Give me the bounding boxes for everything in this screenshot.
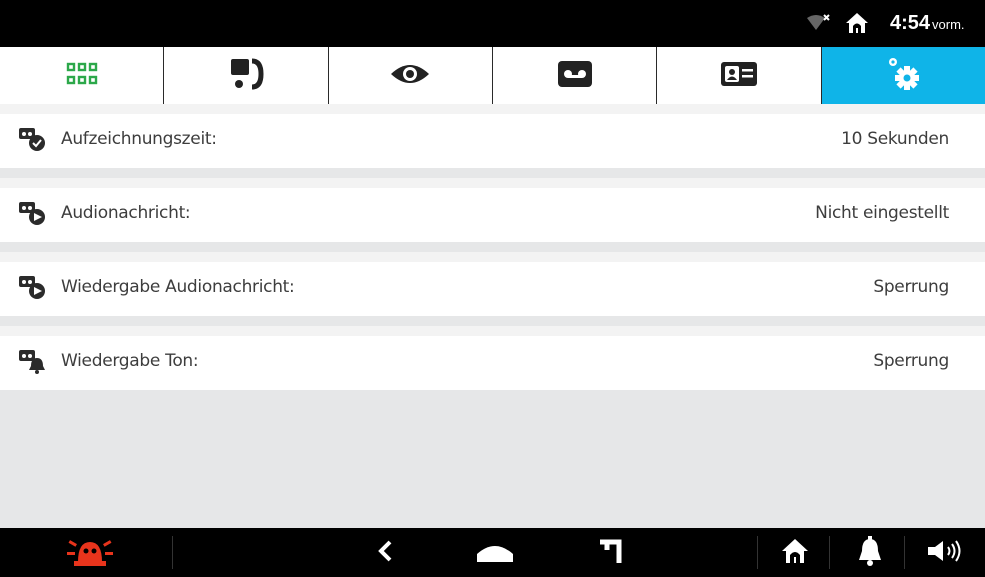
home-shape-icon xyxy=(475,538,515,568)
chevron-left-icon xyxy=(375,539,395,567)
setting-play-audio-message[interactable]: Wiedergabe Audionachricht: Sperrung xyxy=(0,262,985,316)
status-bar: 4:54 vorm. xyxy=(0,0,985,47)
recent-apps-icon xyxy=(595,536,625,570)
bottom-nav-bar xyxy=(0,528,985,577)
voicemail-icon xyxy=(557,60,593,92)
apps-grid-icon xyxy=(66,62,98,90)
contact-card-icon xyxy=(720,61,758,91)
setting-label: Aufzeichnungszeit: xyxy=(61,129,217,149)
eye-icon xyxy=(389,62,431,90)
home-status-icon xyxy=(845,12,869,38)
settings-list: Aufzeichnungszeit: 10 Sekunden Audionach… xyxy=(0,104,985,390)
intercom-icon xyxy=(227,57,265,95)
tab-bar xyxy=(0,47,985,105)
setting-value: 10 Sekunden xyxy=(841,129,949,149)
tab-settings[interactable] xyxy=(821,47,985,104)
bell-icon xyxy=(858,535,882,571)
record-time-icon xyxy=(17,127,47,153)
speaker-volume-icon xyxy=(926,538,966,568)
settings-gear-icon xyxy=(883,54,923,98)
audio-message-icon xyxy=(17,201,47,227)
volume-button[interactable] xyxy=(918,528,973,577)
play-tone-icon xyxy=(17,349,47,375)
setting-value: Sperrung xyxy=(873,277,949,297)
recent-apps-button[interactable] xyxy=(585,528,635,577)
setting-audio-message[interactable]: Audionachricht: Nicht eingestellt xyxy=(0,188,985,242)
house-icon xyxy=(780,537,810,569)
setting-label: Audionachricht: xyxy=(61,203,191,223)
home-automation-button[interactable] xyxy=(770,528,820,577)
wifi-disconnected-icon xyxy=(806,14,830,38)
setting-value: Nicht eingestellt xyxy=(815,203,949,223)
tab-camera-view[interactable] xyxy=(329,47,493,104)
play-audio-message-icon xyxy=(17,275,47,301)
tab-contacts[interactable] xyxy=(657,47,822,104)
setting-label: Wiedergabe Audionachricht: xyxy=(61,277,295,297)
alarm-button[interactable] xyxy=(50,528,130,577)
tab-intercom[interactable] xyxy=(164,47,329,104)
tab-voicemail[interactable] xyxy=(493,47,658,104)
back-button[interactable] xyxy=(360,528,410,577)
bell-button[interactable] xyxy=(845,528,895,577)
home-nav-button[interactable] xyxy=(470,528,520,577)
clock: 4:54 vorm. xyxy=(890,12,965,34)
alarm-icon xyxy=(65,534,115,572)
setting-label: Wiedergabe Ton: xyxy=(61,351,199,371)
setting-record-time[interactable]: Aufzeichnungszeit: 10 Sekunden xyxy=(0,114,985,168)
tab-apps[interactable] xyxy=(0,47,165,104)
setting-play-tone[interactable]: Wiedergabe Ton: Sperrung xyxy=(0,336,985,390)
setting-value: Sperrung xyxy=(873,351,949,371)
